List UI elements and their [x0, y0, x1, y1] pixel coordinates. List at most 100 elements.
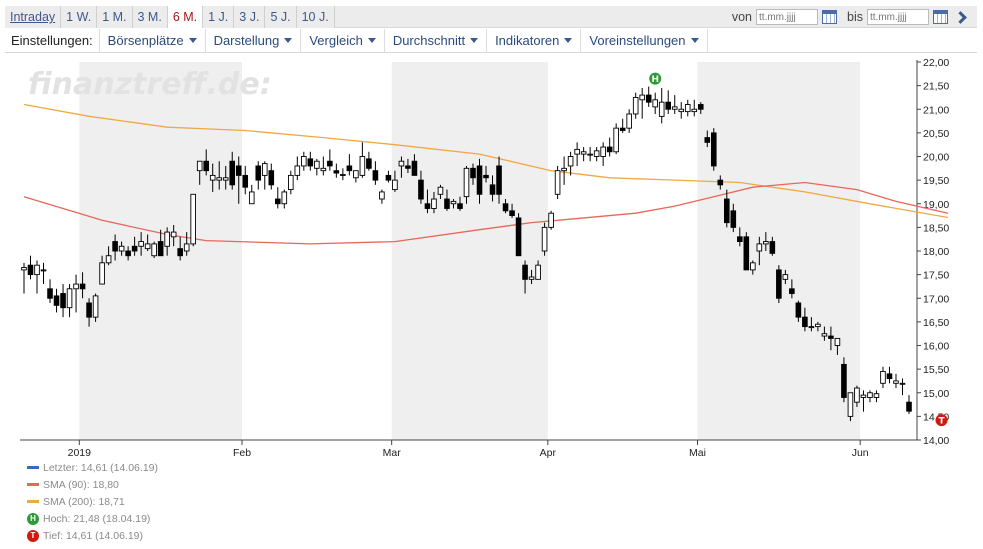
- candle-body: [496, 165, 502, 195]
- to-date-input[interactable]: [867, 9, 929, 25]
- candle-body: [301, 156, 307, 167]
- calendar-icon[interactable]: [822, 10, 838, 24]
- from-label: von: [731, 10, 753, 24]
- candle-body: [574, 148, 580, 155]
- legend-text: Tief: 14,61 (14.06.19): [43, 529, 144, 542]
- candle-body: [268, 170, 275, 186]
- candle-body: [802, 316, 808, 328]
- range-tab-7[interactable]: 5 J.: [265, 6, 297, 28]
- legend-line-swatch: [27, 500, 39, 503]
- y-tick-label: 17,00: [923, 293, 949, 305]
- candle-body: [750, 262, 756, 271]
- from-date-input[interactable]: [756, 9, 819, 25]
- candle-body: [841, 363, 847, 398]
- candle-body: [431, 198, 437, 209]
- candle-body: [405, 165, 411, 169]
- candle-body: [737, 236, 743, 242]
- x-tick-label: 2019: [68, 447, 92, 459]
- range-tab-1[interactable]: 1 W.: [61, 6, 98, 28]
- y-tick-label: 22,00: [923, 57, 949, 69]
- legend: Letzter: 14,61 (14.06.19) SMA (90): 18,80…: [27, 459, 158, 544]
- candle-body: [691, 108, 698, 113]
- candle-body: [327, 160, 333, 167]
- candle-body: [626, 113, 632, 129]
- y-tick-label: 17,50: [923, 270, 949, 282]
- candle-body: [118, 245, 125, 252]
- candle-body: [294, 165, 301, 176]
- price-chart: finanztreff.de: 22,00 21,50 21,00 20,50 20,00…: [20, 57, 949, 459]
- candle-body: [548, 212, 554, 228]
- candle-body: [645, 94, 652, 103]
- settings-menu-0[interactable]: Börsenplätze: [100, 28, 206, 53]
- range-tab-8[interactable]: 10 J.: [296, 6, 335, 28]
- range-tab-2[interactable]: 1 M.: [97, 6, 133, 28]
- candle-body: [398, 160, 405, 167]
- candle-body: [242, 174, 249, 188]
- range-tab-6[interactable]: 3 J.: [234, 6, 266, 28]
- candle-body: [385, 174, 392, 181]
- settings-menu-label: Darstellung: [213, 32, 280, 48]
- candle-body: [541, 226, 548, 252]
- y-tick-label: 20,50: [923, 128, 949, 140]
- candle-body: [502, 203, 509, 212]
- candle-body: [366, 158, 372, 169]
- range-tab-0[interactable]: Intraday: [5, 6, 62, 28]
- candle-body: [125, 250, 131, 257]
- candle-body: [21, 267, 27, 271]
- y-tick-label: 21,50: [923, 81, 949, 93]
- legend-marker-icon: T: [27, 529, 39, 542]
- settings-menu-label: Börsenplätze: [107, 32, 184, 48]
- candle-body: [743, 236, 750, 271]
- candle-body: [203, 160, 209, 172]
- settings-menu-5[interactable]: Voreinstellungen: [581, 28, 708, 53]
- range-tab-5[interactable]: 1 J.: [203, 6, 235, 28]
- candle-body: [704, 137, 711, 143]
- candle-body: [528, 276, 535, 280]
- candle-body: [372, 170, 379, 181]
- settings-menu-label: Vergleich: [309, 32, 363, 48]
- settings-menu-1[interactable]: Darstellung: [206, 28, 302, 53]
- candle-body: [444, 198, 450, 209]
- caret-down-icon: [564, 38, 573, 43]
- candle-body: [808, 326, 815, 329]
- candle-body: [515, 217, 522, 257]
- candle-body: [815, 323, 821, 328]
- candle-body: [847, 392, 854, 417]
- caret-down-icon: [367, 38, 376, 43]
- candle-body: [418, 179, 424, 200]
- settings-menu-2[interactable]: Vergleich: [301, 28, 385, 53]
- caret-down-icon: [470, 38, 479, 43]
- settings-bar: Einstellungen: Börsenplätze Darstellung Ve…: [5, 28, 977, 53]
- settings-menu-label: Indikatoren: [495, 32, 560, 48]
- y-tick-label: 18,50: [923, 222, 949, 234]
- candle-body: [476, 165, 483, 195]
- settings-menu-label: Voreinstellungen: [589, 32, 686, 48]
- candle-body: [710, 132, 717, 167]
- y-tick-label: 15,50: [923, 364, 949, 376]
- candle-body: [274, 198, 281, 205]
- caret-down-icon: [690, 38, 699, 43]
- range-tab-4[interactable]: 6 M.: [167, 6, 204, 28]
- calendar-icon[interactable]: [933, 10, 948, 24]
- x-tick-label: Apr: [540, 447, 557, 459]
- x-tick-label: Mai: [689, 447, 706, 459]
- candle-body: [392, 179, 398, 191]
- caret-down-icon: [188, 38, 197, 43]
- legend-item: SMA (200): 18,71: [27, 493, 158, 510]
- candle-body: [235, 165, 242, 176]
- chevron-right-icon[interactable]: [954, 10, 967, 24]
- candle-body: [535, 264, 541, 280]
- candle-body: [222, 177, 229, 181]
- settings-menu-3[interactable]: Durchschnitt: [385, 28, 488, 53]
- settings-menu-4[interactable]: Indikatoren: [487, 28, 582, 53]
- candle-body: [157, 241, 164, 257]
- candle-body: [730, 210, 737, 228]
- candle-body: [92, 295, 99, 318]
- candle-body: [131, 245, 138, 252]
- range-tab-3[interactable]: 3 M.: [132, 6, 168, 28]
- x-tick-label: Jun: [852, 447, 869, 459]
- candle-body: [450, 200, 457, 205]
- candle-body: [639, 94, 645, 101]
- candle-body: [860, 394, 867, 398]
- candle-body: [379, 191, 385, 200]
